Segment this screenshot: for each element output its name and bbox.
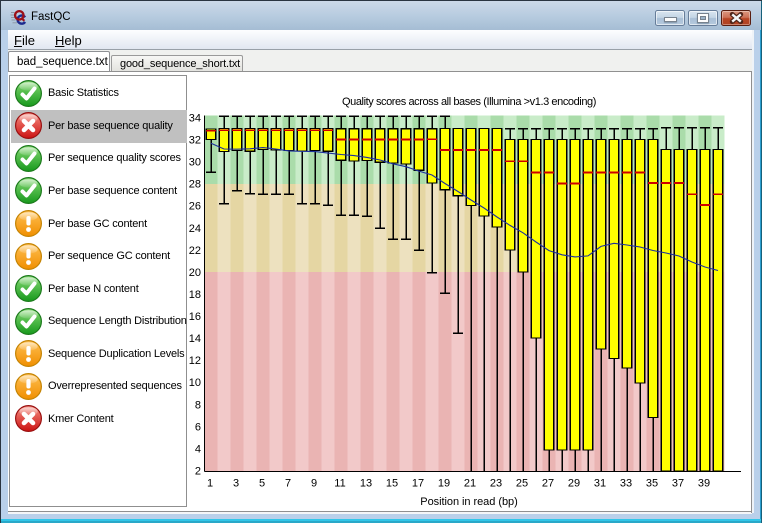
svg-text:30: 30 xyxy=(189,157,201,169)
svg-text:Position in read (bp): Position in read (bp) xyxy=(420,496,517,508)
svg-text:18: 18 xyxy=(189,289,201,301)
svg-text:23: 23 xyxy=(490,478,502,490)
svg-text:1: 1 xyxy=(207,478,213,490)
svg-text:32: 32 xyxy=(189,135,201,147)
svg-text:14: 14 xyxy=(189,333,201,345)
svg-text:22: 22 xyxy=(189,245,201,257)
svg-text:3: 3 xyxy=(233,478,239,490)
svg-text:10: 10 xyxy=(189,377,201,389)
svg-text:15: 15 xyxy=(386,478,398,490)
svg-text:34: 34 xyxy=(189,113,201,125)
svg-text:29: 29 xyxy=(568,478,580,490)
svg-text:2: 2 xyxy=(195,465,201,477)
svg-text:27: 27 xyxy=(542,478,554,490)
svg-text:26: 26 xyxy=(189,201,201,213)
svg-text:9: 9 xyxy=(311,478,317,490)
svg-text:35: 35 xyxy=(646,478,658,490)
svg-text:24: 24 xyxy=(189,223,201,235)
svg-text:39: 39 xyxy=(698,478,710,490)
svg-text:12: 12 xyxy=(189,355,201,367)
svg-text:21: 21 xyxy=(464,478,476,490)
svg-text:4: 4 xyxy=(195,443,201,455)
svg-text:13: 13 xyxy=(360,478,372,490)
svg-text:19: 19 xyxy=(438,478,450,490)
svg-text:5: 5 xyxy=(259,478,265,490)
svg-text:7: 7 xyxy=(285,478,291,490)
svg-text:8: 8 xyxy=(195,399,201,411)
svg-text:6: 6 xyxy=(195,421,201,433)
svg-text:33: 33 xyxy=(620,478,632,490)
svg-text:Quality scores across all base: Quality scores across all bases (Illumin… xyxy=(342,96,596,108)
svg-text:31: 31 xyxy=(594,478,606,490)
svg-text:25: 25 xyxy=(516,478,528,490)
svg-text:37: 37 xyxy=(672,478,684,490)
svg-text:17: 17 xyxy=(412,478,424,490)
svg-text:20: 20 xyxy=(189,267,201,279)
svg-text:11: 11 xyxy=(334,478,345,490)
svg-text:16: 16 xyxy=(189,311,201,323)
svg-text:28: 28 xyxy=(189,179,201,191)
